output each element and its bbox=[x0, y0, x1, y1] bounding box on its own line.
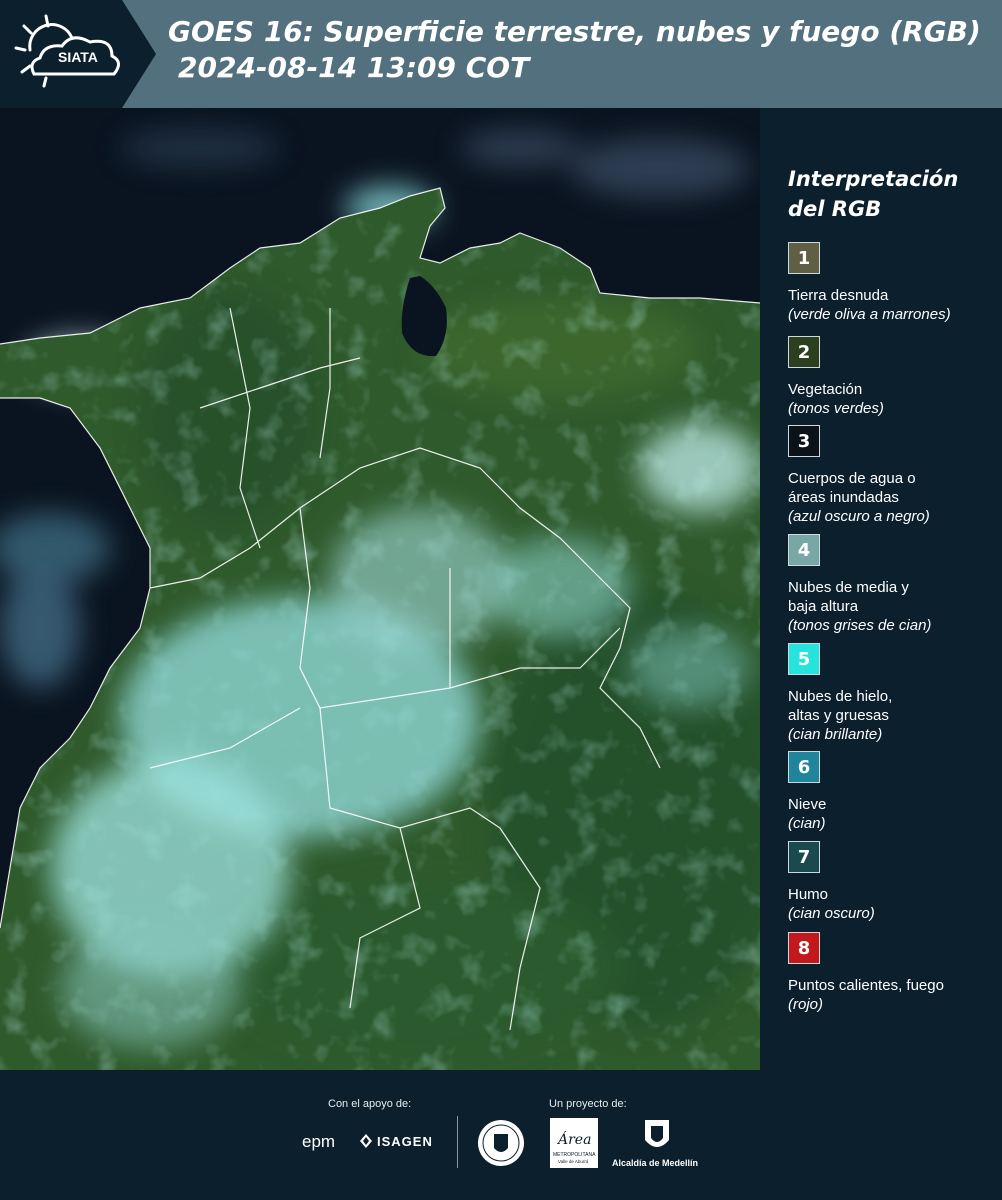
legend-item-smoke: 7 Humo (cian oscuro) bbox=[788, 841, 998, 923]
legend-swatch-7: 7 bbox=[788, 841, 820, 873]
isagen-logo-icon bbox=[360, 1134, 372, 1148]
title-line-1: GOES 16: Superficie terrestre, nubes y f… bbox=[168, 15, 981, 48]
legend-swatch-8: 8 bbox=[788, 932, 820, 964]
isagen-logo: ISAGEN bbox=[377, 1134, 433, 1149]
legend-label: Nieve bbox=[788, 796, 827, 813]
legend-label: Nubes de hielo, altas y gruesas bbox=[788, 688, 893, 724]
legend-desc: (cian oscuro) bbox=[788, 905, 875, 922]
legend-swatch-5: 5 bbox=[788, 643, 820, 675]
siata-logo-text: SIATA bbox=[58, 49, 98, 65]
legend-label: Humo bbox=[788, 886, 829, 903]
legend-item-snow: 6 Nieve (cian) bbox=[788, 751, 998, 833]
legend-item-water: 3 Cuerpos de agua o áreas inundadas (azu… bbox=[788, 425, 998, 526]
siata-logo-block: SIATA bbox=[0, 0, 156, 108]
alcaldia-shield-icon bbox=[645, 1120, 669, 1147]
legend-item-fire: 8 Puntos calientes, fuego (rojo) bbox=[788, 932, 998, 1014]
title-line-2: 2024-08-14 13:09 COT bbox=[178, 51, 530, 84]
legend-desc: (verde oliva a marrones) bbox=[788, 306, 951, 323]
legend-desc: (cian brillante) bbox=[788, 726, 883, 743]
legend-item-bare-soil: 1 Tierra desnuda (verde oliva a marrones… bbox=[788, 242, 998, 324]
legend-desc: (tonos grises de cian) bbox=[788, 617, 932, 634]
legend-swatch-3: 3 bbox=[788, 425, 820, 457]
page-title: GOES 16: Superficie terrestre, nubes y f… bbox=[168, 14, 998, 86]
legend-swatch-4: 4 bbox=[788, 534, 820, 566]
legend-desc: (azul oscuro a negro) bbox=[788, 508, 930, 525]
footer-divider bbox=[457, 1116, 458, 1168]
project-caption: Un proyecto de: bbox=[549, 1098, 627, 1110]
legend-desc: (cian) bbox=[788, 815, 826, 832]
satellite-image bbox=[0, 108, 760, 1070]
university-seal-icon bbox=[478, 1120, 524, 1166]
alcaldia-logo: Alcaldía de Medellín bbox=[612, 1158, 699, 1168]
header-bar: SIATA GOES 16: Superficie terrestre, nub… bbox=[0, 0, 1002, 108]
legend-label: Puntos calientes, fuego bbox=[788, 977, 944, 994]
epm-logo: epm bbox=[302, 1132, 336, 1151]
satellite-map[interactable] bbox=[0, 108, 760, 1070]
legend-swatch-1: 1 bbox=[788, 242, 820, 274]
area-logo-sub2: Valle de Aburrá bbox=[558, 1159, 589, 1164]
legend-item-vegetation: 2 Vegetación (tonos verdes) bbox=[788, 336, 998, 418]
area-logo-sub: METROPOLITANA bbox=[553, 1152, 596, 1158]
legend-item-ice-clouds: 5 Nubes de hielo, altas y gruesas (cian … bbox=[788, 643, 998, 744]
legend-label: Cuerpos de agua o áreas inundadas bbox=[788, 470, 916, 506]
legend-desc: (tonos verdes) bbox=[788, 400, 884, 417]
legend-title: Interpretación del RGB bbox=[788, 167, 959, 221]
legend-label: Tierra desnuda bbox=[788, 287, 889, 304]
legend-label: Nubes de media y baja altura bbox=[788, 579, 909, 615]
footer: Con el apoyo de: Un proyecto de: epm ISA… bbox=[0, 1070, 1002, 1200]
area-metropolitana-logo-icon: Área METROPOLITANA Valle de Aburrá bbox=[550, 1118, 598, 1168]
legend-swatch-6: 6 bbox=[788, 751, 820, 783]
legend-item-low-clouds: 4 Nubes de media y baja altura (tonos gr… bbox=[788, 534, 998, 635]
legend-panel: Interpretación del RGB 1 Tierra desnuda … bbox=[762, 108, 1002, 1070]
support-caption: Con el apoyo de: bbox=[328, 1098, 412, 1110]
legend-label: Vegetación bbox=[788, 381, 863, 398]
area-logo-text: Área bbox=[556, 1130, 591, 1148]
legend-desc: (rojo) bbox=[788, 996, 824, 1013]
legend-swatch-2: 2 bbox=[788, 336, 820, 368]
